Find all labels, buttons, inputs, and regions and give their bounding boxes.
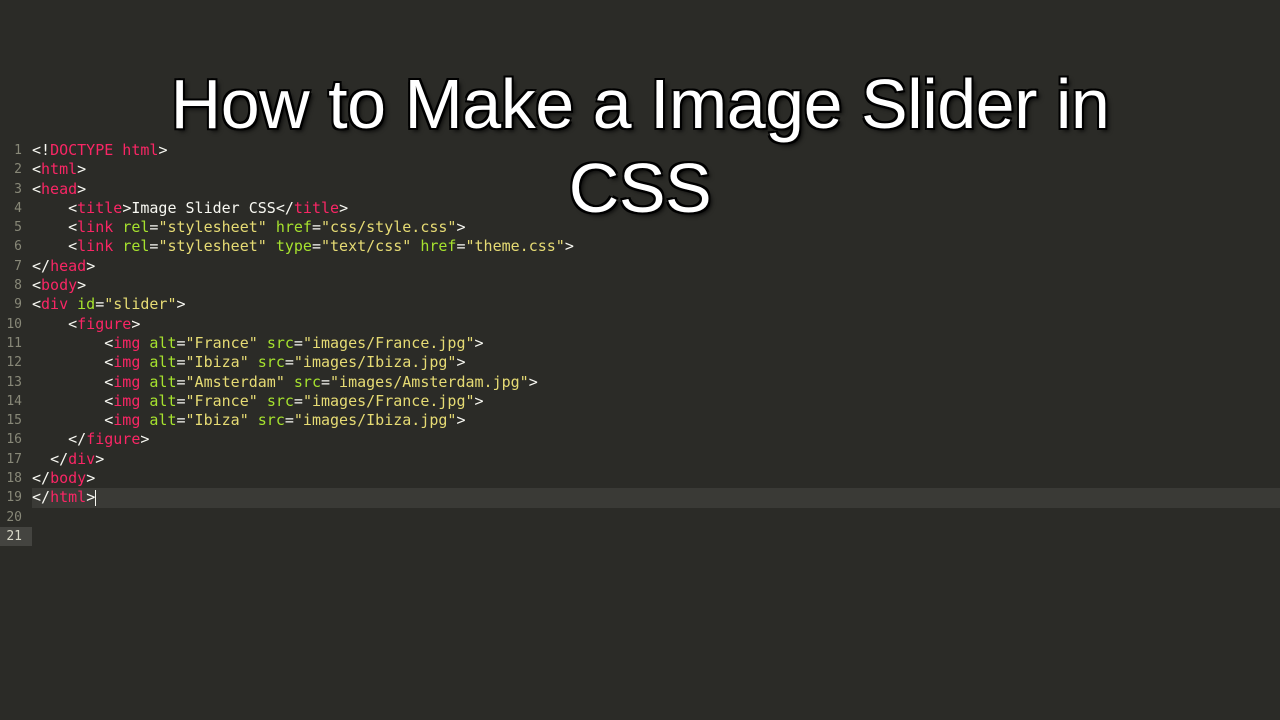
code-editor[interactable]: 123456789101112131415161718192021 <!DOCT… [0,0,1280,546]
line-number: 15 [0,411,22,430]
line-number: 17 [0,450,22,469]
line-number: 4 [0,199,22,218]
line-number-gutter: 123456789101112131415161718192021 [0,141,32,546]
line-number: 8 [0,276,22,295]
line-number: 13 [0,373,22,392]
code-line[interactable]: <img alt="Ibiza" src="images/Ibiza.jpg"> [32,411,1280,430]
line-number: 21 [0,527,32,546]
code-line[interactable]: <img alt="Amsterdam" src="images/Amsterd… [32,373,1280,392]
code-area[interactable]: <!DOCTYPE html><html><head> <title>Image… [32,141,1280,546]
code-line[interactable]: <html> [32,160,1280,179]
code-line[interactable]: </html> [32,488,1280,507]
code-line[interactable]: <link rel="stylesheet" href="css/style.c… [32,218,1280,237]
code-line[interactable]: </body> [32,469,1280,488]
line-number: 14 [0,392,22,411]
code-line[interactable]: <!DOCTYPE html> [32,141,1280,160]
line-number: 10 [0,315,22,334]
line-number: 7 [0,257,22,276]
line-number: 3 [0,180,22,199]
code-line[interactable]: <div id="slider"> [32,295,1280,314]
line-number: 1 [0,141,22,160]
line-number: 20 [0,508,22,527]
line-number: 11 [0,334,22,353]
line-number: 2 [0,160,22,179]
line-number: 12 [0,353,22,372]
code-line[interactable]: <img alt="Ibiza" src="images/Ibiza.jpg"> [32,353,1280,372]
code-line[interactable]: </figure> [32,430,1280,449]
code-line[interactable]: <title>Image Slider CSS</title> [32,199,1280,218]
line-number: 16 [0,430,22,449]
code-line[interactable]: <head> [32,180,1280,199]
line-number: 5 [0,218,22,237]
line-number: 19 [0,488,22,507]
code-line[interactable]: </div> [32,450,1280,469]
code-line[interactable]: <figure> [32,315,1280,334]
code-line[interactable]: <img alt="France" src="images/France.jpg… [32,392,1280,411]
code-line[interactable]: <img alt="France" src="images/France.jpg… [32,334,1280,353]
code-line[interactable]: <body> [32,276,1280,295]
line-number: 9 [0,295,22,314]
line-number: 18 [0,469,22,488]
line-number: 6 [0,237,22,256]
code-line[interactable]: <link rel="stylesheet" type="text/css" h… [32,237,1280,256]
code-line[interactable]: </head> [32,257,1280,276]
text-cursor [95,490,96,506]
